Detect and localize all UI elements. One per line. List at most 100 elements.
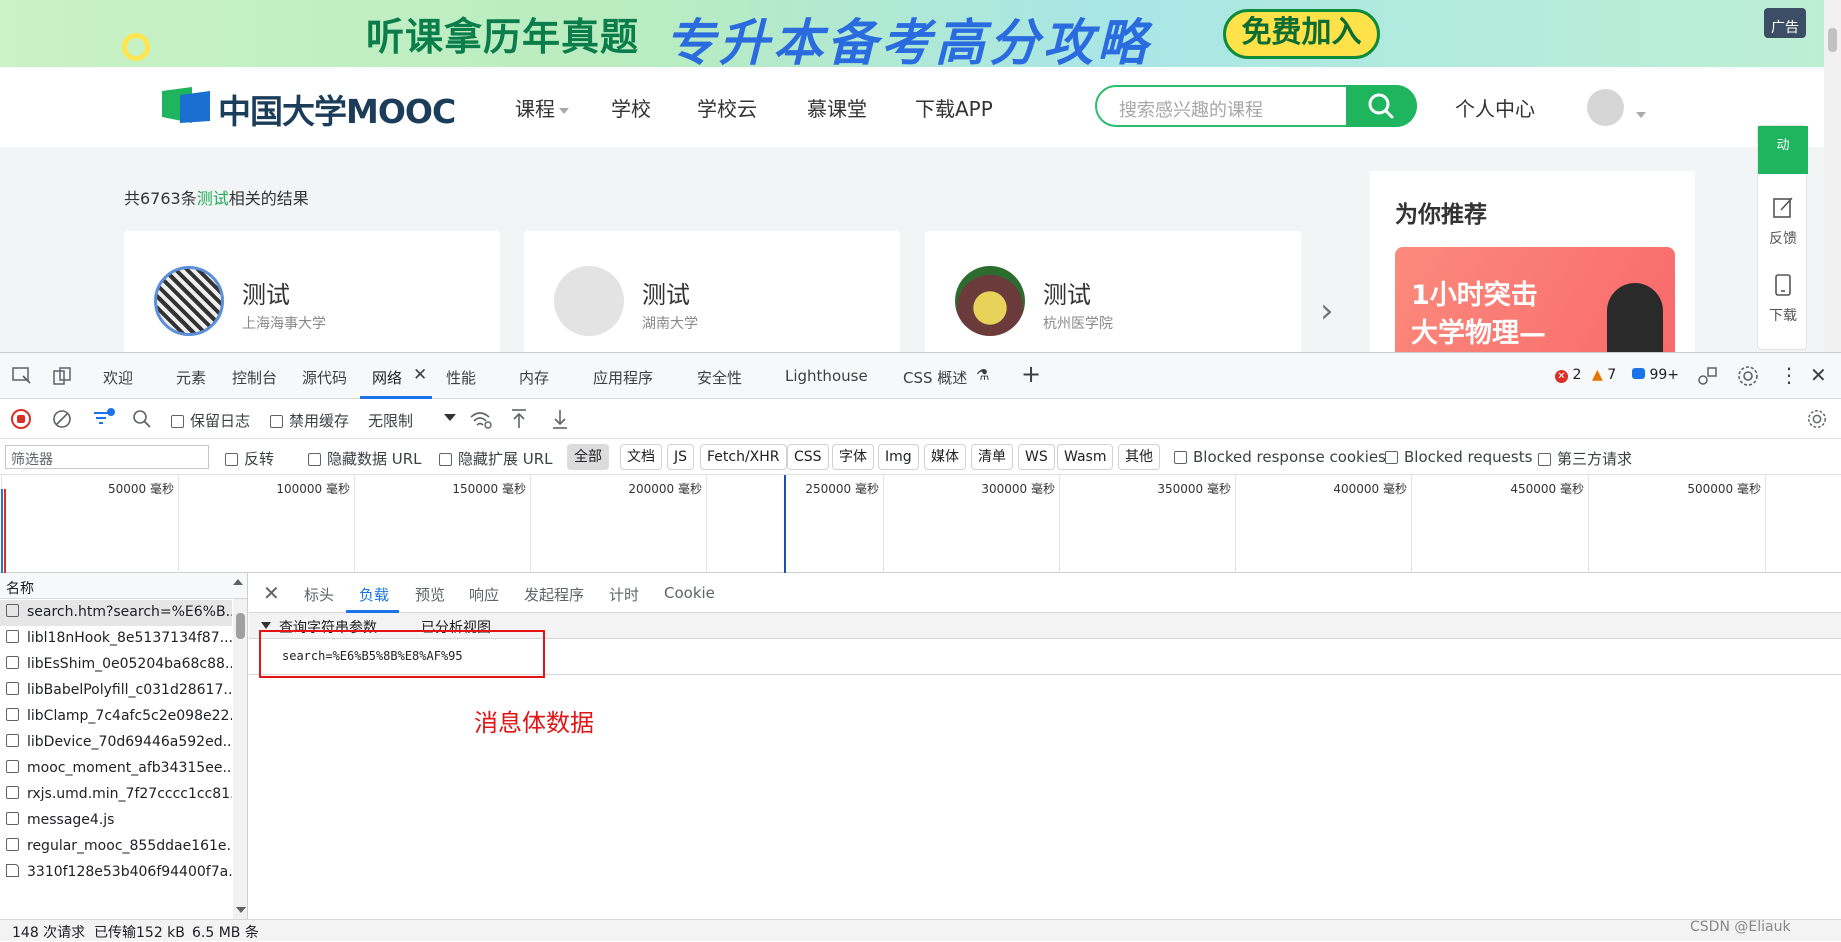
hide-extension-url-checkbox[interactable]: 隐藏扩展 URL	[439, 448, 553, 469]
disable-cache-checkbox[interactable]: 禁用缓存	[270, 410, 349, 431]
request-row[interactable]: libl18nHook_8e5137134f87...	[0, 626, 232, 652]
add-tab-icon[interactable]: +	[1021, 360, 1041, 388]
side-top-button[interactable]: 动	[1758, 126, 1808, 174]
inspect-icon[interactable]	[12, 367, 32, 385]
network-timeline[interactable]: 50000 毫秒 100000 毫秒 150000 毫秒 200000 毫秒 2…	[0, 475, 1841, 573]
tab-network[interactable]: 网络	[372, 367, 402, 388]
filter-wasm[interactable]: Wasm	[1057, 444, 1114, 470]
search-button[interactable]	[1346, 85, 1417, 127]
tab-timing[interactable]: 计时	[609, 584, 639, 605]
import-har-icon[interactable]	[510, 408, 528, 430]
tab-application[interactable]: 应用程序	[593, 367, 653, 388]
invert-checkbox[interactable]: 反转	[225, 448, 274, 469]
scroll-down-icon[interactable]	[236, 907, 246, 913]
error-count[interactable]: ✕ 2	[1555, 367, 1581, 383]
tab-css-overview[interactable]: CSS 概述	[903, 367, 967, 388]
ad-join-button[interactable]: 免费加入	[1223, 9, 1380, 59]
filter-icon[interactable]	[92, 407, 116, 429]
filter-ws[interactable]: WS	[1018, 444, 1055, 470]
chevron-down-icon[interactable]	[1632, 104, 1646, 123]
tab-sources[interactable]: 源代码	[302, 367, 347, 388]
avatar[interactable]	[1587, 89, 1624, 126]
request-row[interactable]: libClamp_7c4afc5c2e098e22...	[0, 704, 232, 730]
warning-count[interactable]: ▲ 7	[1592, 367, 1616, 383]
nav-mooc-class[interactable]: 慕课堂	[807, 93, 867, 122]
nav-schools[interactable]: 学校	[611, 93, 651, 122]
export-har-icon[interactable]	[551, 408, 569, 430]
tab-cookie[interactable]: Cookie	[664, 584, 715, 602]
request-row[interactable]: rxjs.umd.min_7f27cccc1cc81...	[0, 782, 232, 808]
nav-school-cloud[interactable]: 学校云	[697, 93, 757, 122]
request-row[interactable]: libEsShim_0e05204ba68c88...	[0, 652, 232, 678]
tab-preview[interactable]: 预览	[415, 584, 445, 605]
record-icon[interactable]	[11, 409, 31, 429]
device-toolbar-icon[interactable]	[52, 366, 72, 386]
request-row[interactable]: libBabelPolyfill_c031d28617...	[0, 678, 232, 704]
request-row[interactable]: libDevice_70d69446a592ed...	[0, 730, 232, 756]
result-card[interactable]: 测试 上海海事大学	[124, 231, 500, 352]
filter-css[interactable]: CSS	[787, 444, 829, 470]
filter-doc[interactable]: 文档	[620, 444, 662, 470]
third-party-checkbox[interactable]: 第三方请求	[1538, 448, 1632, 469]
blocked-cookies-checkbox[interactable]: Blocked response cookies	[1174, 448, 1386, 466]
filter-js[interactable]: JS	[667, 444, 695, 470]
site-logo[interactable]: 中国大学MOOC	[218, 85, 456, 133]
request-row[interactable]: mooc_moment_afb34315ee...	[0, 756, 232, 782]
ad-banner[interactable]: 听课拿历年真题 专升本备考高分攻略 免费加入 广告	[0, 0, 1841, 67]
network-conditions-icon[interactable]	[468, 409, 494, 431]
close-detail-icon[interactable]: ✕	[263, 581, 280, 605]
close-devtools-icon[interactable]: ✕	[1810, 363, 1827, 387]
clear-icon[interactable]	[52, 409, 72, 429]
search-icon[interactable]	[132, 409, 152, 429]
preserve-log-checkbox[interactable]: 保留日志	[171, 410, 250, 431]
hide-data-url-checkbox[interactable]: 隐藏数据 URL	[308, 448, 422, 469]
tab-console[interactable]: 控制台	[232, 367, 277, 388]
throttle-select[interactable]: 无限制	[368, 410, 456, 431]
filter-fetch-xhr[interactable]: Fetch/XHR	[700, 444, 787, 470]
filter-manifest[interactable]: 清单	[971, 444, 1013, 470]
tab-initiator[interactable]: 发起程序	[524, 584, 584, 605]
tab-welcome[interactable]: 欢迎	[103, 367, 133, 388]
filter-input[interactable]: 筛选器	[5, 445, 209, 469]
download-button[interactable]: 下载	[1758, 273, 1808, 325]
request-row[interactable]: regular_mooc_855ddae161e...	[0, 834, 232, 860]
scroll-thumb[interactable]	[236, 613, 245, 639]
tab-lighthouse[interactable]: Lighthouse	[785, 367, 868, 385]
tab-memory[interactable]: 内存	[519, 367, 549, 388]
request-row[interactable]: message4.js	[0, 808, 232, 834]
connections-icon[interactable]	[1697, 365, 1719, 387]
network-settings-gear-icon[interactable]	[1806, 408, 1828, 430]
result-card[interactable]: 测试 杭州医学院	[925, 231, 1301, 352]
user-center-link[interactable]: 个人中心	[1455, 93, 1535, 122]
nav-courses[interactable]: 课程	[515, 93, 569, 122]
scroll-thumb[interactable]	[1828, 28, 1837, 52]
close-icon[interactable]: ✕	[413, 365, 427, 385]
blocked-requests-checkbox[interactable]: Blocked requests	[1385, 448, 1532, 466]
more-options-icon[interactable]: ⋮	[1779, 363, 1799, 387]
filter-font[interactable]: 字体	[832, 444, 874, 470]
document-icon	[6, 604, 19, 617]
collapse-triangle-icon[interactable]	[261, 622, 271, 629]
name-column-header[interactable]: 名称	[0, 573, 247, 599]
nav-download-app[interactable]: 下载APP	[915, 93, 993, 122]
tab-performance[interactable]: 性能	[446, 367, 476, 388]
recommend-banner[interactable]: 1小时突击 大学物理—	[1395, 247, 1675, 352]
tab-elements[interactable]: 元素	[176, 367, 206, 388]
filter-media[interactable]: 媒体	[924, 444, 966, 470]
request-list-scrollbar[interactable]	[233, 599, 247, 919]
request-row[interactable]: 3310f128e53b406f94400f7a...	[0, 860, 232, 886]
tab-security[interactable]: 安全性	[697, 367, 742, 388]
request-row[interactable]: search.htm?search=%E6%B...	[0, 600, 232, 626]
filter-all[interactable]: 全部	[567, 444, 609, 470]
result-card[interactable]: 测试 湖南大学	[524, 231, 900, 352]
feedback-button[interactable]: 反馈	[1758, 196, 1808, 248]
page-scrollbar[interactable]	[1824, 0, 1841, 352]
message-count[interactable]: 99+	[1632, 367, 1679, 383]
chevron-right-icon[interactable]: ›	[1320, 291, 1334, 331]
filter-other[interactable]: 其他	[1118, 444, 1160, 470]
tab-response[interactable]: 响应	[469, 584, 499, 605]
filter-img[interactable]: Img	[878, 444, 919, 470]
tab-payload[interactable]: 负载	[359, 584, 389, 605]
gear-icon[interactable]	[1736, 364, 1760, 388]
tab-headers[interactable]: 标头	[304, 584, 334, 605]
